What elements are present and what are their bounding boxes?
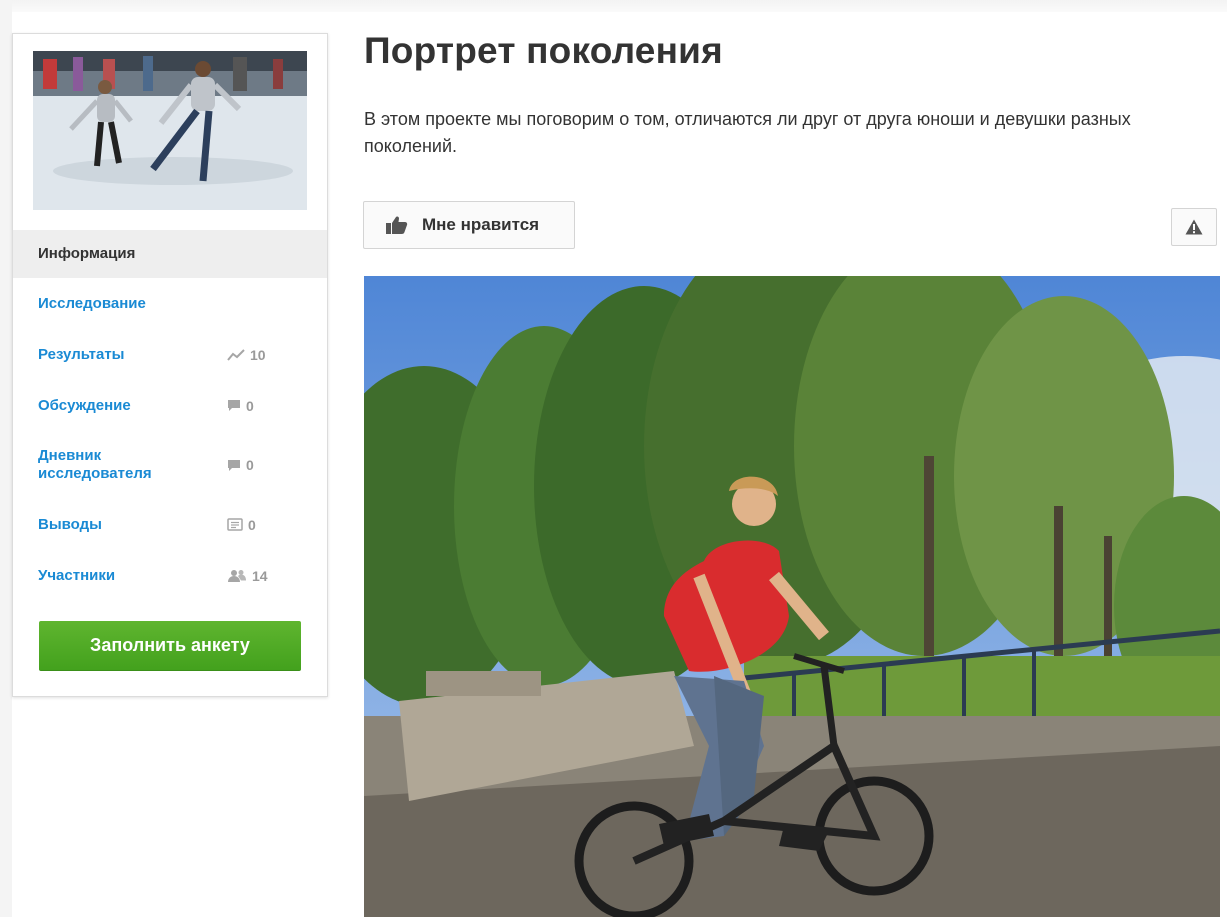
fill-survey-button[interactable]: Заполнить анкету xyxy=(39,621,301,671)
top-strip xyxy=(0,0,1227,12)
like-button[interactable]: Мне нравится xyxy=(363,201,575,249)
users-icon xyxy=(228,569,246,582)
participants-count: 14 xyxy=(227,568,268,584)
conclusions-count-value: 0 xyxy=(248,516,256,533)
diary-count-value: 0 xyxy=(246,457,254,473)
sidebar-item-research[interactable]: Исследование xyxy=(13,278,327,329)
conclusions-count: 0 xyxy=(227,517,256,533)
sidebar-item-label: Результаты xyxy=(38,345,125,363)
sidebar-item-label: Исследование xyxy=(38,294,146,312)
sidebar-item-participants[interactable]: Участники 14 xyxy=(13,550,327,601)
comment-icon xyxy=(228,400,240,411)
sidebar-item-discussion[interactable]: Обсуждение 0 xyxy=(13,380,327,431)
discussion-count-value: 0 xyxy=(246,397,254,414)
comment-icon xyxy=(228,459,240,471)
sidebar-item-information[interactable]: Информация xyxy=(13,230,327,278)
project-sidebar: Информация Исследование Результаты 10 Об… xyxy=(12,33,328,697)
like-button-label: Мне нравится xyxy=(422,215,540,234)
sidebar-item-label: Информация xyxy=(38,245,136,262)
results-count-value: 10 xyxy=(250,346,266,363)
results-count: 10 xyxy=(227,347,266,363)
skating-photo xyxy=(33,51,307,210)
warning-icon xyxy=(1185,219,1203,235)
sidebar-item-label: Дневник исследователя xyxy=(38,447,152,482)
project-cover-image xyxy=(364,276,1220,917)
diary-count: 0 xyxy=(227,457,254,473)
sidebar-item-results[interactable]: Результаты 10 xyxy=(13,329,327,380)
participants-count-value: 14 xyxy=(252,567,268,584)
document-icon xyxy=(227,518,243,531)
page-title: Портрет поколения xyxy=(364,30,723,71)
sidebar-item-diary[interactable]: Дневник исследователя 0 xyxy=(13,431,327,499)
project-thumbnail xyxy=(33,51,307,210)
bmx-photo xyxy=(364,276,1220,917)
discussion-count: 0 xyxy=(227,398,254,414)
project-nav: Информация Исследование Результаты 10 Об… xyxy=(13,230,327,601)
sidebar-item-label: Участники xyxy=(38,566,116,584)
project-description: В этом проекте мы поговорим о том, отлич… xyxy=(364,109,1131,156)
sidebar-item-label: Выводы xyxy=(38,515,102,533)
left-gutter xyxy=(0,0,12,917)
sidebar-item-label: Обсуждение xyxy=(38,396,131,414)
report-button[interactable] xyxy=(1171,208,1217,246)
chart-icon xyxy=(227,348,245,361)
sidebar-item-conclusions[interactable]: Выводы 0 xyxy=(13,499,327,550)
thumbs-up-icon xyxy=(386,216,408,234)
